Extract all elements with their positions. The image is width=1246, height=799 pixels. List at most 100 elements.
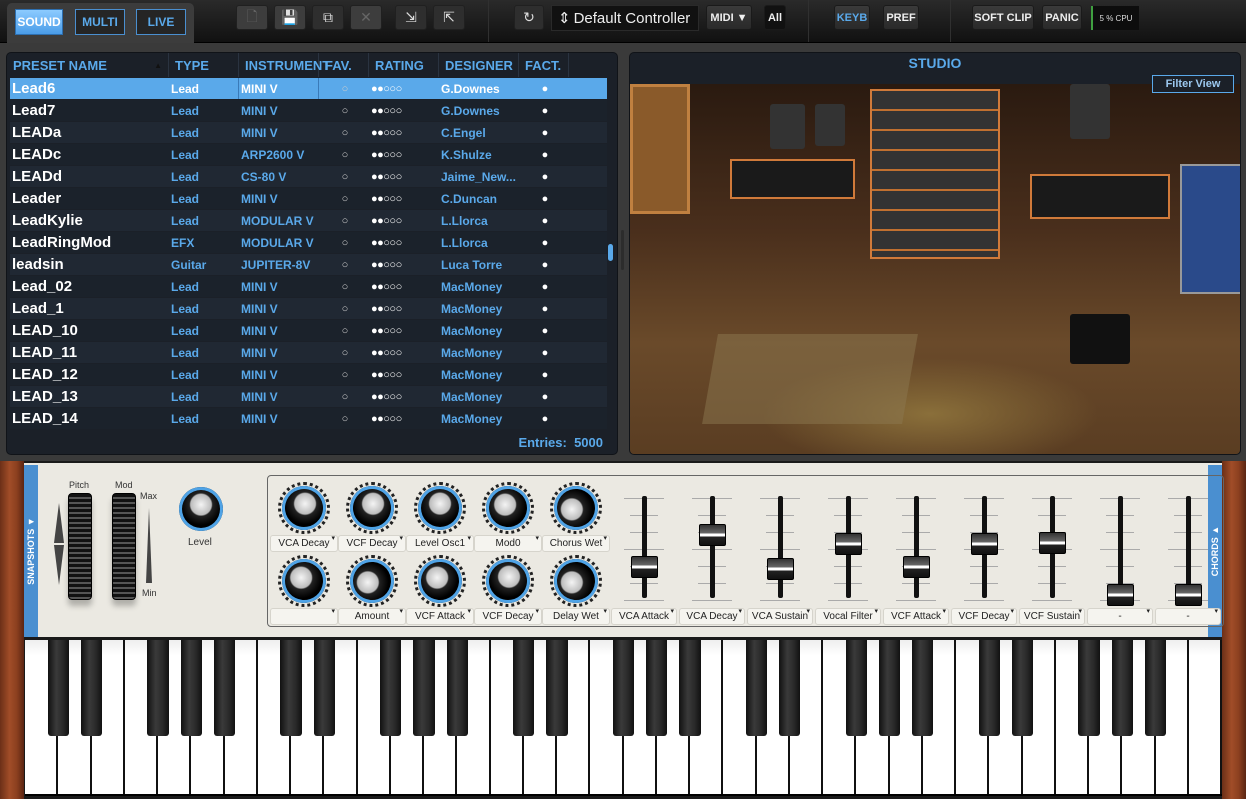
- mod-wheel[interactable]: [112, 493, 136, 600]
- assignable-knob[interactable]: [272, 549, 336, 613]
- white-key[interactable]: [1188, 640, 1222, 794]
- black-key[interactable]: [213, 640, 236, 736]
- black-key[interactable]: [280, 640, 302, 736]
- rating-stars[interactable]: ●●○○○: [369, 100, 439, 121]
- black-key[interactable]: [446, 640, 468, 736]
- favorite-toggle[interactable]: ○: [319, 386, 369, 407]
- preset-row[interactable]: Lead_1 Lead MINI V ○ ●●○○○ MacMoney ●: [10, 298, 607, 319]
- column-rating[interactable]: RATING: [369, 53, 439, 77]
- black-key[interactable]: [180, 640, 202, 736]
- preset-row[interactable]: Leader Lead MINI V ○ ●●○○○ C.Duncan ●: [10, 188, 607, 209]
- black-key[interactable]: [147, 640, 169, 736]
- black-key[interactable]: [612, 640, 635, 736]
- favorite-toggle[interactable]: ○: [319, 78, 369, 99]
- column-designer[interactable]: DESIGNER: [439, 53, 519, 77]
- preferences-button[interactable]: PREF: [883, 5, 919, 30]
- favorite-toggle[interactable]: ○: [319, 166, 369, 187]
- black-key[interactable]: [1078, 640, 1100, 736]
- knob-assign-dropdown[interactable]: VCF Attack: [406, 607, 474, 625]
- browser-scrollbar[interactable]: [608, 244, 613, 261]
- preset-row[interactable]: LEAD_13 Lead MINI V ○ ●●○○○ MacMoney ●: [10, 386, 607, 407]
- black-key[interactable]: [1144, 640, 1167, 736]
- rating-stars[interactable]: ●●○○○: [369, 320, 439, 341]
- black-key[interactable]: [513, 640, 535, 736]
- favorite-toggle[interactable]: ○: [319, 342, 369, 363]
- assignable-fader[interactable]: [903, 556, 930, 579]
- assignable-knob[interactable]: [418, 486, 462, 530]
- panel-splitter[interactable]: [621, 230, 624, 270]
- black-key[interactable]: [845, 640, 867, 736]
- panic-button[interactable]: PANIC: [1042, 5, 1082, 30]
- fader-assign-dropdown[interactable]: VCA Attack: [611, 607, 677, 625]
- rating-stars[interactable]: ●●○○○: [369, 210, 439, 231]
- preset-row[interactable]: Lead7 Lead MINI V ○ ●●○○○ G.Downes ●: [10, 100, 607, 121]
- keyboard-toggle-button[interactable]: KEYB: [834, 5, 870, 30]
- rating-stars[interactable]: ●●○○○: [369, 276, 439, 297]
- knob-assign-dropdown[interactable]: VCF Decay: [338, 534, 406, 552]
- snapshots-tab[interactable]: SNAPSHOTS ▼: [24, 465, 38, 637]
- assignable-fader[interactable]: [971, 533, 998, 556]
- mode-live-button[interactable]: LIVE: [136, 9, 186, 35]
- save-icon[interactable]: 💾: [274, 5, 306, 30]
- assignable-knob[interactable]: [548, 553, 604, 609]
- preset-row[interactable]: LEAD_10 Lead MINI V ○ ●●○○○ MacMoney ●: [10, 320, 607, 341]
- refresh-icon[interactable]: ↻: [514, 5, 544, 30]
- assignable-fader[interactable]: [1107, 584, 1134, 606]
- favorite-toggle[interactable]: ○: [319, 408, 369, 429]
- column-factory[interactable]: FACT.: [519, 53, 569, 77]
- save-as-icon[interactable]: ⧉: [312, 5, 344, 30]
- rating-stars[interactable]: ●●○○○: [369, 144, 439, 165]
- preset-row[interactable]: LEAD_14 Lead MINI V ○ ●●○○○ MacMoney ●: [10, 408, 607, 429]
- column-fav[interactable]: FAV.: [319, 53, 369, 77]
- preset-row[interactable]: LEADa Lead MINI V ○ ●●○○○ C.Engel ●: [10, 122, 607, 143]
- assignable-knob[interactable]: [408, 549, 472, 613]
- black-key[interactable]: [679, 640, 701, 736]
- knob-assign-dropdown[interactable]: Level Osc1: [406, 534, 474, 552]
- rating-stars[interactable]: ●●○○○: [369, 188, 439, 209]
- assignable-fader[interactable]: [1039, 531, 1066, 554]
- favorite-toggle[interactable]: ○: [319, 320, 369, 341]
- black-key[interactable]: [546, 640, 568, 736]
- black-key[interactable]: [912, 640, 934, 736]
- column-preset-name[interactable]: PRESET NAME ▲: [7, 53, 169, 77]
- knob-assign-dropdown[interactable]: VCA Decay: [270, 534, 338, 552]
- level-knob[interactable]: [179, 487, 223, 531]
- rating-stars[interactable]: ●●○○○: [369, 364, 439, 385]
- fader-assign-dropdown[interactable]: VCA Decay: [679, 607, 745, 625]
- assignable-fader[interactable]: [699, 524, 726, 547]
- export-icon[interactable]: ⇱: [433, 5, 465, 30]
- knob-assign-dropdown[interactable]: [270, 607, 338, 625]
- midi-channel-value[interactable]: All: [764, 5, 786, 30]
- rating-stars[interactable]: ●●○○○: [369, 166, 439, 187]
- assignable-fader[interactable]: [835, 533, 862, 556]
- assignable-knob[interactable]: [548, 480, 604, 536]
- rating-stars[interactable]: ●●○○○: [369, 386, 439, 407]
- black-key[interactable]: [1111, 640, 1133, 736]
- mode-sound-button[interactable]: SOUND: [15, 9, 63, 35]
- black-key[interactable]: [380, 640, 402, 736]
- favorite-toggle[interactable]: ○: [319, 188, 369, 209]
- black-key[interactable]: [745, 640, 768, 736]
- rating-stars[interactable]: ●●○○○: [369, 122, 439, 143]
- column-instrument[interactable]: INSTRUMENT: [239, 53, 330, 77]
- favorite-toggle[interactable]: ○: [319, 122, 369, 143]
- preset-row[interactable]: LEAD_12 Lead MINI V ○ ●●○○○ MacMoney ●: [10, 364, 607, 385]
- soft-clip-button[interactable]: SOFT CLIP: [972, 5, 1034, 30]
- black-key[interactable]: [978, 640, 1000, 736]
- black-key[interactable]: [779, 640, 801, 736]
- rating-stars[interactable]: ●●○○○: [369, 408, 439, 429]
- fader-assign-dropdown[interactable]: VCF Attack: [883, 607, 949, 625]
- knob-assign-dropdown[interactable]: Amount: [338, 607, 406, 625]
- black-key[interactable]: [646, 640, 668, 736]
- favorite-toggle[interactable]: ○: [319, 254, 369, 275]
- preset-row[interactable]: LEAD_11 Lead MINI V ○ ●●○○○ MacMoney ●: [10, 342, 607, 363]
- favorite-toggle[interactable]: ○: [319, 100, 369, 121]
- controller-select[interactable]: ⇕ Default Controller: [551, 5, 699, 31]
- black-key[interactable]: [413, 640, 435, 736]
- column-type[interactable]: TYPE: [169, 53, 239, 77]
- favorite-toggle[interactable]: ○: [319, 364, 369, 385]
- assignable-knob[interactable]: [344, 553, 400, 609]
- assignable-fader[interactable]: [767, 558, 794, 581]
- black-key[interactable]: [47, 640, 69, 736]
- rating-stars[interactable]: ●●○○○: [369, 232, 439, 253]
